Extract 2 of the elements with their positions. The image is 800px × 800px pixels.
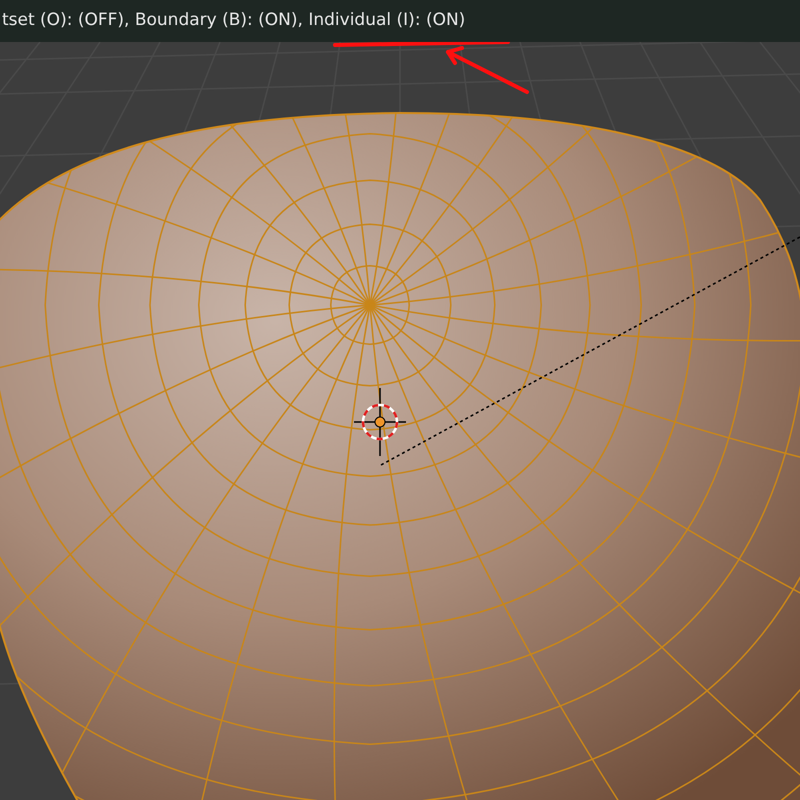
header-text: tset (O): (OFF), Boundary (B): (ON), Individual (I): (ON) xyxy=(1,9,466,32)
cursor-icon xyxy=(354,388,406,456)
